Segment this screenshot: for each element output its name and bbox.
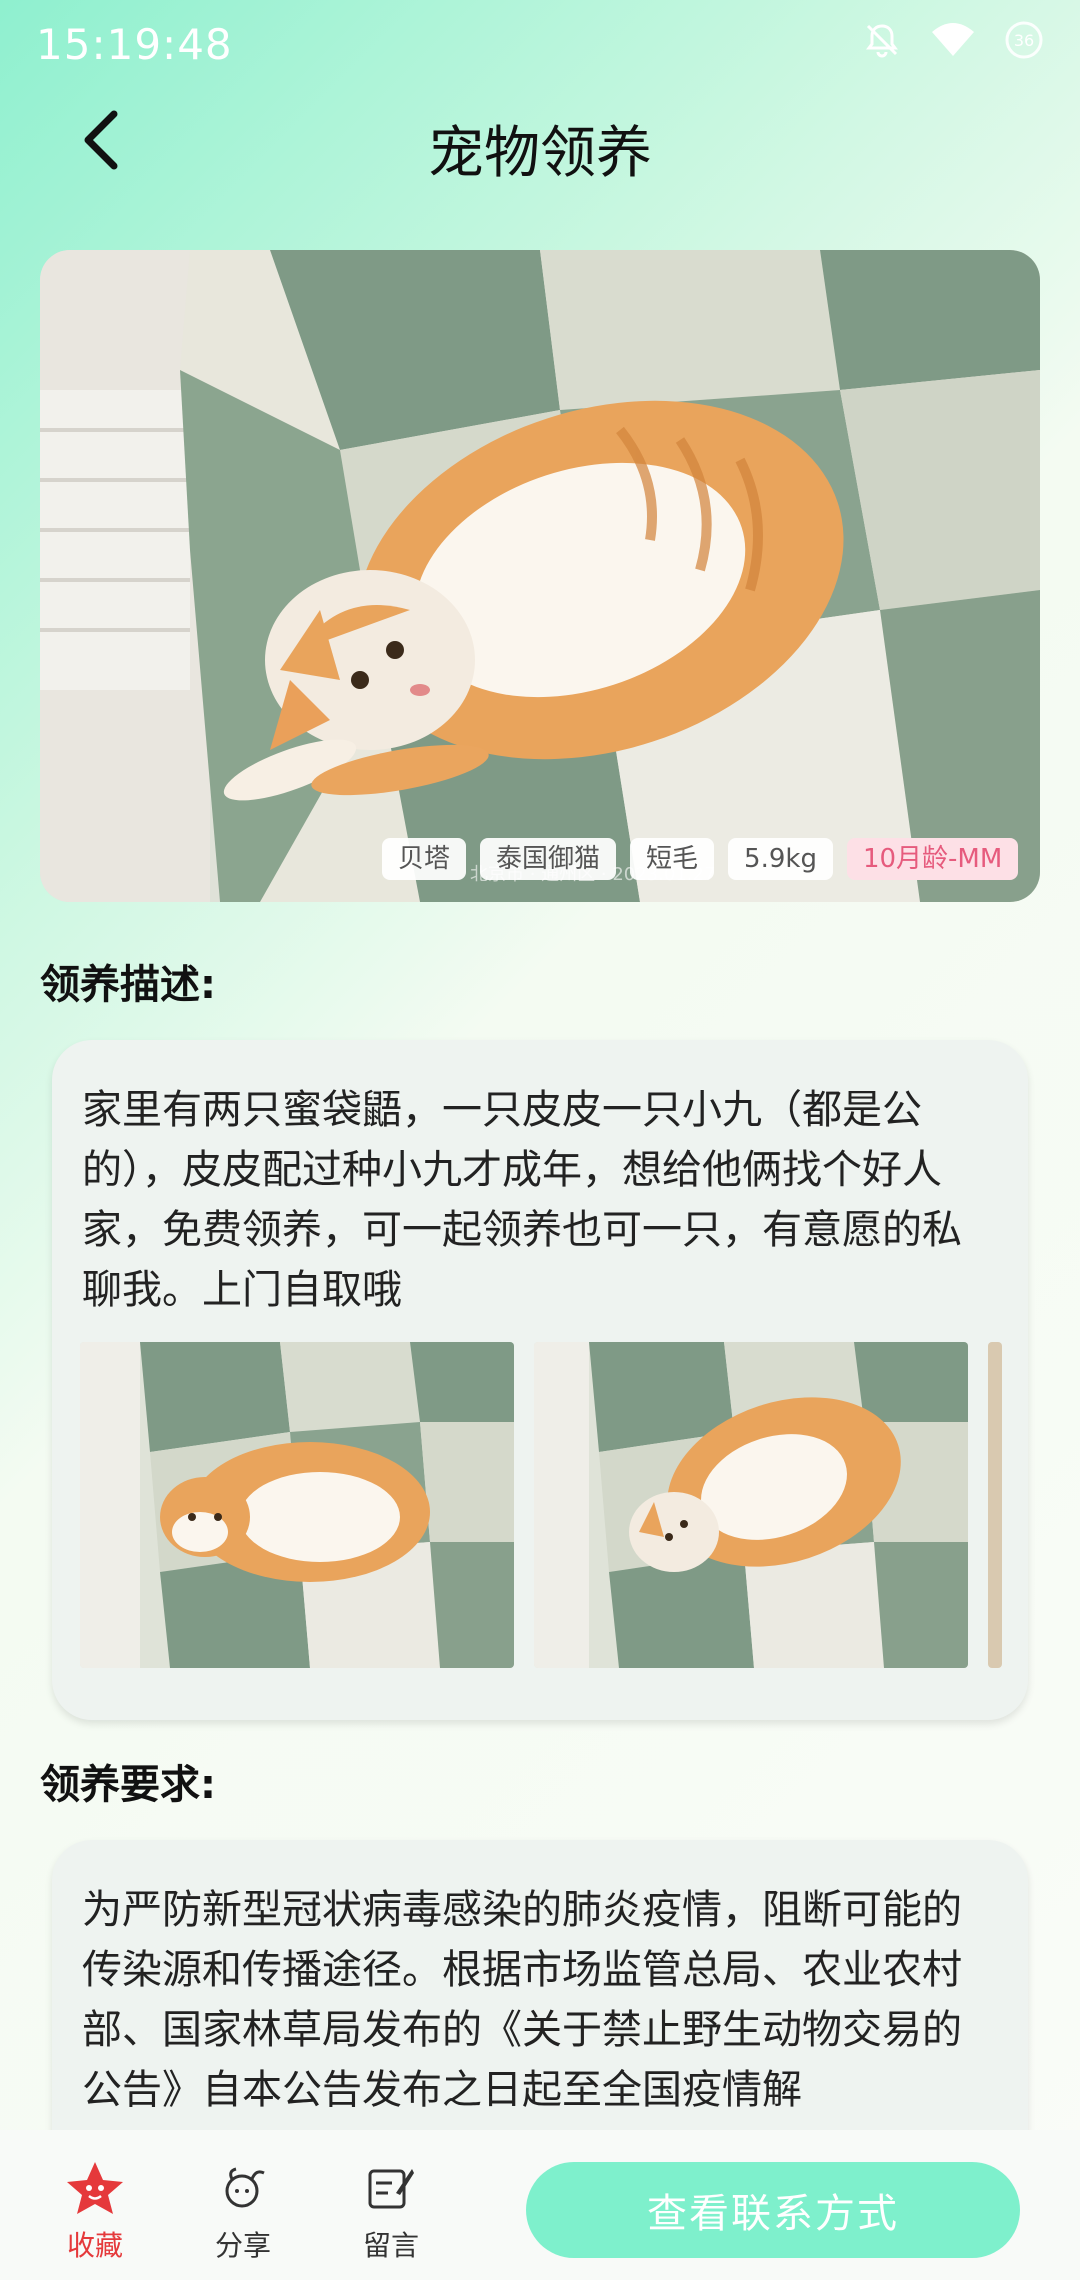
share-button[interactable]: 分享 [188,2160,298,2264]
status-time: 15:19:48 [36,20,233,69]
view-contact-button[interactable]: 查看联系方式 [526,2162,1020,2258]
tag-breed: 泰国御猫 [480,838,617,880]
description-photo[interactable] [988,1342,1002,1668]
status-icons: 36 [862,20,1044,60]
title-bar: 宠物领养 [0,90,1080,190]
share-label: 分享 [214,2229,271,2262]
description-photo[interactable] [80,1342,514,1668]
bottom-action-bar: 收藏 分享 留言 查看联系方式 [0,2130,1080,2280]
tag-weight: 5.9kg [728,838,833,880]
wifi-icon [930,20,976,60]
cat-thumbnail-3 [988,1342,1002,1668]
pet-hero-photo[interactable]: 北京市 · 通州区 · 2023.01.27 贝塔 泰国御猫 短毛 5.9kg … [40,250,1040,902]
share-icon [225,2167,265,2208]
description-photo-strip[interactable] [80,1342,1002,1668]
page-title: 宠物领养 [428,121,652,186]
description-text: 家里有两只蜜袋鼯，一只皮皮一只小九（都是公的），皮皮配过种小九才成年，想给他俩找… [82,1087,962,1313]
star-face-icon [67,2162,123,2214]
tag-name: 贝塔 [382,838,467,880]
description-card: 家里有两只蜜袋鼯，一只皮皮一只小九（都是公的），皮皮配过种小九才成年，想给他俩找… [52,1040,1028,1720]
cat-photo: 北京市 · 通州区 · 2023.01.27 [40,250,1040,902]
description-heading: 领养描述: [40,962,216,1008]
comment-button[interactable]: 留言 [336,2160,446,2264]
battery-icon: 36 [1004,20,1044,60]
bell-muted-icon [862,20,902,60]
status-bar: 15:19:48 36 [0,0,1080,90]
comment-label: 留言 [362,2229,419,2262]
tag-age-gender: 10月龄-MM [846,838,1019,880]
battery-level: 36 [1014,31,1034,50]
cat-thumbnail-1 [80,1342,514,1668]
tag-coat: 短毛 [630,838,715,880]
description-photo[interactable] [534,1342,968,1668]
note-edit-icon [368,2169,414,2209]
cat-thumbnail-2 [534,1342,968,1668]
requirements-text: 为严防新型冠状病毒感染的肺炎疫情，阻断可能的传染源和传播途径。根据市场监管总局、… [82,1887,962,2113]
favorite-button[interactable]: 收藏 [40,2160,150,2264]
favorite-label: 收藏 [66,2229,123,2262]
pet-tags: 贝塔 泰国御猫 短毛 5.9kg 10月龄-MM [382,838,1019,880]
requirements-heading: 领养要求: [40,1762,216,1808]
